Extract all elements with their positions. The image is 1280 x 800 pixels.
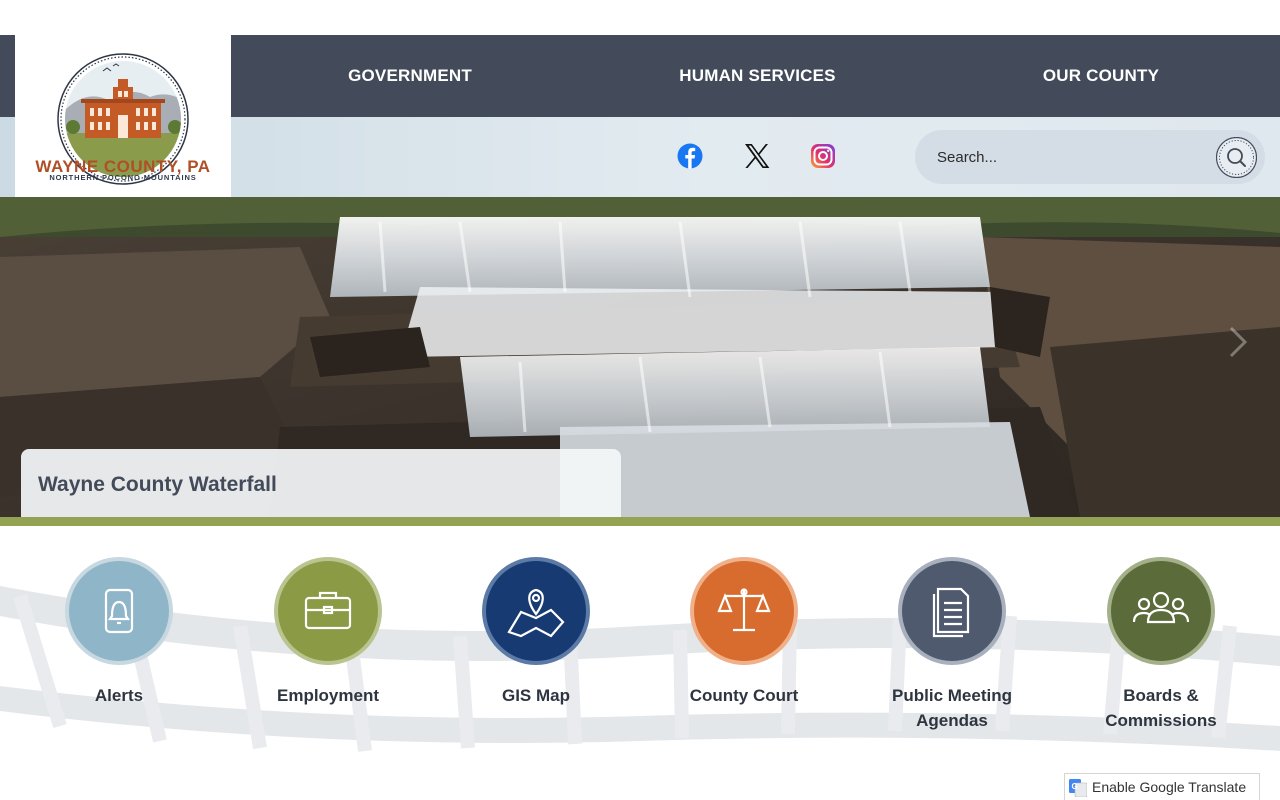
logo-subtitle: NORTHERN POCONO MOUNTAINS — [49, 173, 197, 182]
quicklink-boards-button[interactable] — [1106, 556, 1216, 666]
hero-next-arrow[interactable] — [1223, 322, 1251, 362]
quicklink-public-meeting-agendas[interactable]: Public Meeting Agendas — [862, 556, 1042, 733]
quicklink-alerts[interactable]: Alerts — [29, 556, 209, 708]
search-button[interactable] — [1215, 136, 1258, 179]
quicklink-alerts-label: Alerts — [94, 686, 144, 705]
nav-government[interactable]: GOVERNMENT — [290, 35, 530, 117]
quicklink-gis-map[interactable]: GIS Map — [446, 556, 626, 708]
quicklink-alerts-button[interactable] — [64, 556, 174, 666]
hero-caption-text: Wayne County Waterfall — [38, 473, 277, 496]
quicklink-employment[interactable]: Employment — [238, 556, 418, 708]
quick-links: Alerts Employment GIS Map County Court P… — [0, 526, 1280, 771]
x-icon[interactable] — [742, 141, 772, 171]
nav-human-services[interactable]: HUMAN SERVICES — [640, 35, 875, 117]
quicklink-county-court-label: County Court — [689, 686, 799, 705]
quicklink-agendas-label: Public Meeting Agendas — [892, 686, 1012, 730]
instagram-icon[interactable] — [808, 141, 838, 171]
county-logo[interactable]: WAYNE COUNTY, PA NORTHERN POCONO MOUNTAI… — [15, 35, 231, 197]
nav-our-county[interactable]: OUR COUNTY — [990, 35, 1212, 117]
quicklink-gis-map-label: GIS Map — [501, 686, 570, 705]
search-input[interactable] — [937, 142, 1207, 172]
quicklink-county-court[interactable]: County Court — [654, 556, 834, 708]
quicklink-boards-label: Boards & Commissions — [1105, 686, 1217, 730]
facebook-icon[interactable] — [675, 141, 705, 171]
google-translate-button[interactable]: G Enable Google Translate — [1064, 773, 1260, 800]
google-translate-icon: G — [1069, 779, 1087, 797]
quicklink-gis-map-button[interactable] — [481, 556, 591, 666]
quicklink-employment-label: Employment — [276, 686, 380, 705]
google-translate-label: Enable Google Translate — [1092, 779, 1247, 795]
quicklink-employment-button[interactable] — [273, 556, 383, 666]
search-box — [915, 130, 1265, 184]
quicklink-agendas-button[interactable] — [897, 556, 1007, 666]
svg-text:G: G — [1072, 782, 1078, 791]
quicklink-county-court-button[interactable] — [689, 556, 799, 666]
chevron-right-icon — [1229, 326, 1248, 358]
hero-caption: Wayne County Waterfall — [21, 449, 621, 517]
green-divider — [0, 517, 1280, 526]
quicklink-boards-commissions[interactable]: Boards & Commissions — [1071, 556, 1251, 733]
top-white-bar — [0, 0, 1280, 35]
